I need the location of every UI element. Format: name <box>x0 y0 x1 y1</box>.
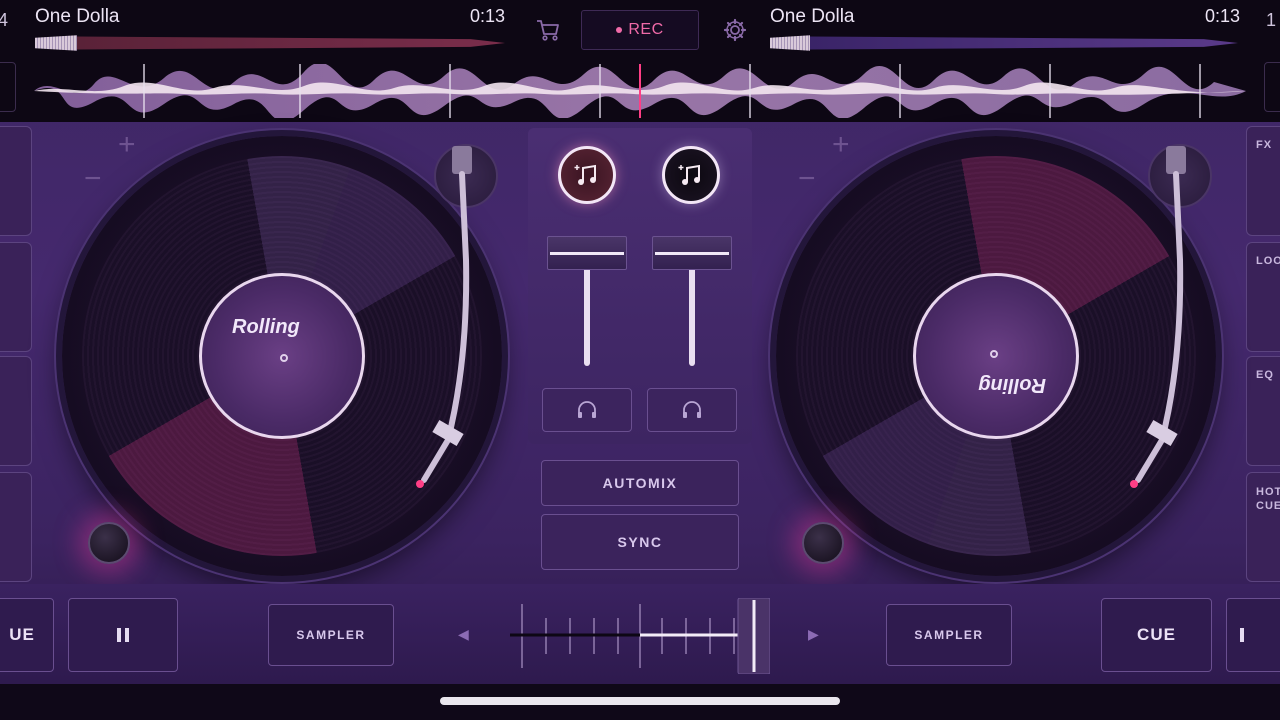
eq-tab-label: EQ <box>1256 369 1274 381</box>
fx-tab-label: FX <box>1256 139 1273 151</box>
left-deck-number: 4 <box>0 10 9 30</box>
gear-icon[interactable] <box>721 16 749 44</box>
left-volume-fader[interactable] <box>547 236 627 270</box>
playhead-marker <box>639 64 641 118</box>
home-indicator[interactable] <box>440 697 840 705</box>
right-track-title: One Dolla <box>770 6 855 27</box>
right-overview-waveform[interactable] <box>770 30 1238 56</box>
pause-icon <box>1240 628 1244 642</box>
dj-app: 4 One Dolla 0:13 REC One Dolla 0:13 1 FX… <box>0 0 1280 720</box>
left-side-tab-3[interactable] <box>0 356 32 466</box>
left-cue-button[interactable]: UE <box>0 598 54 672</box>
top-bar: 4 One Dolla 0:13 REC One Dolla 0:13 1 <box>0 0 1280 122</box>
left-side-tab-1[interactable] <box>0 126 32 236</box>
left-spindle <box>280 354 288 362</box>
headphones-icon <box>578 401 596 418</box>
loop-tab[interactable]: LOO <box>1246 242 1280 352</box>
right-record-label: Rolling <box>913 273 1079 439</box>
right-deck-number: 1 <box>1266 10 1277 30</box>
eq-tab[interactable]: EQ <box>1246 356 1280 466</box>
right-headphone-cue-button[interactable] <box>647 388 737 432</box>
headphones-icon <box>683 401 701 418</box>
record-button[interactable]: REC <box>581 10 699 50</box>
left-track-time: 0:13 <box>470 6 506 26</box>
cart-icon[interactable] <box>534 16 562 44</box>
fx-tab[interactable]: FX <box>1246 126 1280 236</box>
right-volume-track <box>689 256 695 366</box>
right-cue-knob[interactable] <box>802 522 844 564</box>
left-overview-waveform[interactable] <box>35 30 505 56</box>
left-volume-track <box>584 256 590 366</box>
right-record-label-text: Rolling <box>978 374 1046 396</box>
sync-button[interactable]: SYNC <box>541 514 739 570</box>
left-pitch-plus-button[interactable]: + <box>118 128 136 162</box>
left-track-title: One Dolla <box>35 6 120 27</box>
hot-cue-tab-label: HOT CUE <box>1256 486 1280 512</box>
left-load-track-button[interactable] <box>558 146 616 204</box>
left-tonearm[interactable] <box>404 140 494 500</box>
music-note-icon <box>678 164 700 185</box>
left-cue-knob[interactable] <box>88 522 130 564</box>
left-play-pause-button[interactable] <box>68 598 178 672</box>
right-play-pause-button[interactable] <box>1226 598 1280 672</box>
right-track-time: 0:13 <box>1205 6 1241 26</box>
hot-cue-tab[interactable]: HOT CUE <box>1246 472 1280 582</box>
rec-dot-icon <box>616 27 623 33</box>
right-cue-button[interactable]: CUE <box>1101 598 1212 672</box>
left-record-label-text: Rolling <box>232 316 300 338</box>
left-edge-tab[interactable] <box>0 62 16 112</box>
right-load-track-button[interactable] <box>662 146 720 204</box>
pause-icon <box>117 628 129 642</box>
right-spindle <box>990 350 998 358</box>
crossfader-left-arrow-icon[interactable]: ◀ <box>458 626 469 643</box>
right-pitch-plus-button[interactable]: + <box>832 128 850 162</box>
right-edge-tab[interactable] <box>1264 62 1280 112</box>
mixer-panel <box>528 128 752 444</box>
right-tonearm[interactable] <box>1118 140 1208 500</box>
loop-tab-label: LOO <box>1256 255 1280 267</box>
left-side-tab-4[interactable] <box>0 472 32 582</box>
crossfader-right-arrow-icon[interactable]: ▶ <box>808 626 819 643</box>
left-headphone-cue-button[interactable] <box>542 388 632 432</box>
left-pitch-minus-button[interactable]: − <box>84 162 102 196</box>
left-record-label: Rolling <box>199 273 365 439</box>
automix-button[interactable]: AUTOMIX <box>541 460 739 506</box>
right-volume-fader[interactable] <box>652 236 732 270</box>
left-sampler-button[interactable]: SAMPLER <box>268 604 394 666</box>
rec-label: REC <box>628 21 664 38</box>
crossfader[interactable] <box>510 598 770 674</box>
left-side-tab-2[interactable] <box>0 242 32 352</box>
right-pitch-minus-button[interactable]: − <box>798 162 816 196</box>
right-sampler-button[interactable]: SAMPLER <box>886 604 1012 666</box>
music-note-icon <box>574 164 596 185</box>
